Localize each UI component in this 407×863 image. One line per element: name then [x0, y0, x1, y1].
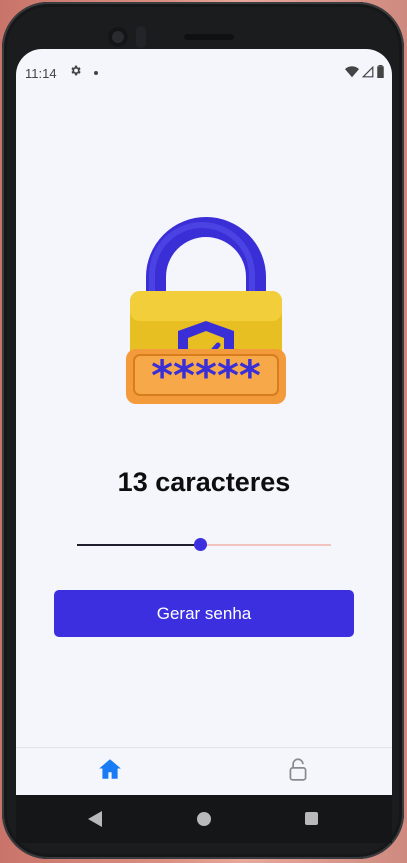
signal-icon	[362, 65, 374, 77]
slider-thumb[interactable]	[194, 538, 207, 551]
tab-home[interactable]	[97, 756, 123, 782]
status-bar: 11:14	[16, 49, 392, 95]
lock-icon	[289, 758, 307, 781]
tab-passwords[interactable]	[285, 756, 311, 782]
recent-apps-icon[interactable]	[305, 812, 318, 825]
wifi-icon	[345, 65, 359, 77]
back-icon[interactable]	[88, 811, 102, 827]
slider-track-active	[77, 544, 201, 546]
home-icon	[99, 759, 121, 779]
home-circle-icon[interactable]	[197, 812, 211, 826]
padlock-password-icon: *****	[126, 217, 286, 404]
slider-track-inactive	[201, 544, 331, 546]
sensor	[136, 26, 146, 48]
password-length-slider[interactable]	[77, 535, 331, 555]
front-camera	[108, 27, 128, 47]
gear-icon	[69, 64, 82, 80]
password-mask: *****	[151, 351, 261, 400]
generate-password-button[interactable]: Gerar senha	[54, 590, 354, 637]
password-length-label: 13 caracteres	[117, 467, 291, 497]
earpiece-speaker	[184, 34, 234, 40]
status-icons	[345, 65, 384, 78]
bottom-tab-bar	[16, 747, 392, 795]
notification-dot-icon	[94, 71, 98, 75]
battery-icon	[377, 65, 384, 78]
status-time: 11:14	[25, 66, 57, 81]
app-screen: 11:14 ***** 13 caracteres Gerar senha	[16, 49, 392, 795]
android-nav-bar	[16, 795, 392, 843]
